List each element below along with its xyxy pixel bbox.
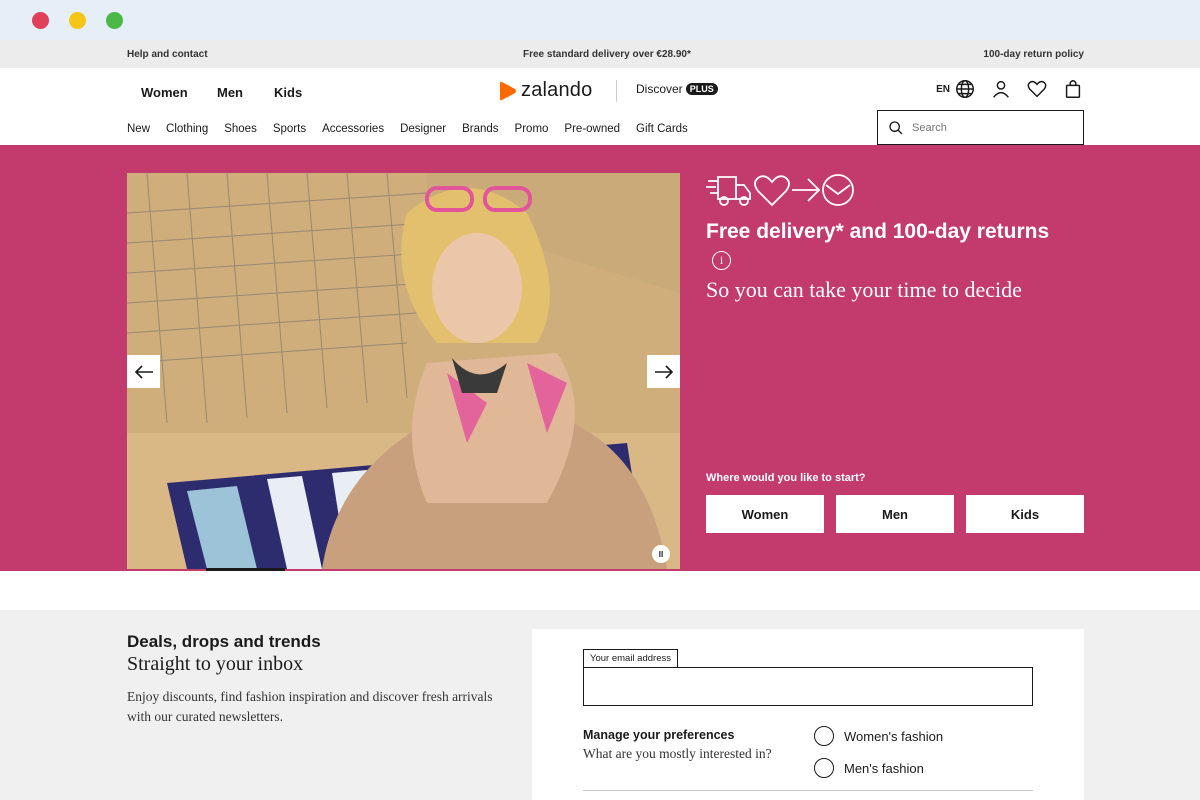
logo-text: zalando xyxy=(521,79,593,101)
logo-divider xyxy=(616,80,617,102)
category-gift-cards[interactable]: Gift Cards xyxy=(636,123,688,135)
nav-women[interactable]: Women xyxy=(141,85,188,100)
carousel-prev-button[interactable] xyxy=(127,355,160,388)
preferences-question: What are you mostly interested in? xyxy=(583,746,772,761)
shopping-bag-icon[interactable] xyxy=(1062,78,1084,100)
wishlist-heart-icon[interactable] xyxy=(1026,78,1048,100)
newsletter-section: Deals, drops and trends Straight to your… xyxy=(0,610,1200,800)
newsletter-description: Enjoy discounts, find fashion inspiratio… xyxy=(127,689,493,724)
radio-womens-fashion[interactable] xyxy=(814,726,834,746)
returns-info[interactable]: 100-day return policy xyxy=(983,49,1084,60)
returns-package-icon xyxy=(822,174,854,206)
arrow-right-icon xyxy=(792,178,821,202)
discover-plus-link[interactable]: Discover PLUS xyxy=(636,82,718,96)
promo-icons xyxy=(706,174,854,207)
info-icon[interactable]: i xyxy=(712,251,731,270)
carousel-progress-bar xyxy=(206,568,285,571)
carousel-pause-button[interactable]: II xyxy=(652,545,670,563)
top-info-bar: Help and contact Free standard delivery … xyxy=(0,40,1200,68)
category-promo[interactable]: Promo xyxy=(515,123,549,135)
category-shoes[interactable]: Shoes xyxy=(224,123,257,135)
option-label: Men's fashion xyxy=(844,760,924,776)
language-label[interactable]: EN xyxy=(936,84,950,95)
category-nav: New Clothing Shoes Sports Accessories De… xyxy=(127,123,688,135)
start-kids-button[interactable]: Kids xyxy=(966,495,1084,533)
carousel-next-button[interactable] xyxy=(647,355,680,388)
option-womens-fashion[interactable]: Women's fashion xyxy=(814,726,943,746)
browser-chrome xyxy=(0,0,1200,40)
promo-subtitle: So you can take your time to decide xyxy=(706,277,1022,302)
promo-title: Free delivery* and 100-day returns xyxy=(706,220,1050,243)
nav-kids[interactable]: Kids xyxy=(274,85,302,100)
option-mens-fashion[interactable]: Men's fashion xyxy=(814,758,924,778)
search-input[interactable] xyxy=(912,121,1062,134)
header-icons: EN xyxy=(936,78,1084,100)
globe-icon[interactable] xyxy=(954,78,976,100)
delivery-truck-icon xyxy=(706,176,751,206)
radio-mens-fashion[interactable] xyxy=(814,758,834,778)
search-box[interactable] xyxy=(877,110,1084,145)
category-pre-owned[interactable]: Pre-owned xyxy=(564,123,620,135)
heart-icon xyxy=(754,175,790,207)
newsletter-form: Your email address Manage your preferenc… xyxy=(532,629,1084,800)
start-men-button[interactable]: Men xyxy=(836,495,954,533)
form-divider xyxy=(583,790,1033,791)
site-header: Women Men Kids zalando Discover PLUS EN … xyxy=(0,68,1200,145)
delivery-info[interactable]: Free standard delivery over €28.90* xyxy=(523,49,691,60)
category-clothing[interactable]: Clothing xyxy=(166,123,208,135)
start-question: Where would you like to start? xyxy=(706,472,866,484)
category-new[interactable]: New xyxy=(127,123,150,135)
start-buttons: Women Men Kids xyxy=(706,495,1084,533)
newsletter-title: Deals, drops and trends xyxy=(127,632,321,651)
minimize-window-button[interactable] xyxy=(69,12,86,29)
preferences-title: Manage your preferences xyxy=(583,728,735,742)
start-women-button[interactable]: Women xyxy=(706,495,824,533)
hero-image[interactable]: II xyxy=(127,173,680,569)
category-accessories[interactable]: Accessories xyxy=(322,123,384,135)
nav-men[interactable]: Men xyxy=(217,85,243,100)
email-field[interactable] xyxy=(583,667,1033,706)
category-sports[interactable]: Sports xyxy=(273,123,306,135)
help-link[interactable]: Help and contact xyxy=(127,49,208,60)
hero-photo-illustration xyxy=(127,173,680,569)
arrow-right-icon xyxy=(654,364,673,379)
discover-label: Discover xyxy=(636,82,683,96)
email-field-label: Your email address xyxy=(583,649,678,667)
newsletter-subtitle: Straight to your inbox xyxy=(127,653,304,675)
option-label: Women's fashion xyxy=(844,728,944,744)
category-designer[interactable]: Designer xyxy=(400,123,446,135)
close-window-button[interactable] xyxy=(32,12,49,29)
zalando-logo-mark-icon xyxy=(500,81,516,100)
zalando-logo[interactable]: zalando xyxy=(499,79,592,102)
arrow-left-icon xyxy=(134,364,153,379)
account-icon[interactable] xyxy=(990,78,1012,100)
hero-banner: II Free delivery* and 100-day returns i … xyxy=(0,145,1200,571)
category-brands[interactable]: Brands xyxy=(462,123,498,135)
search-icon xyxy=(889,120,903,134)
maximize-window-button[interactable] xyxy=(106,12,123,29)
plus-badge: PLUS xyxy=(685,83,718,95)
